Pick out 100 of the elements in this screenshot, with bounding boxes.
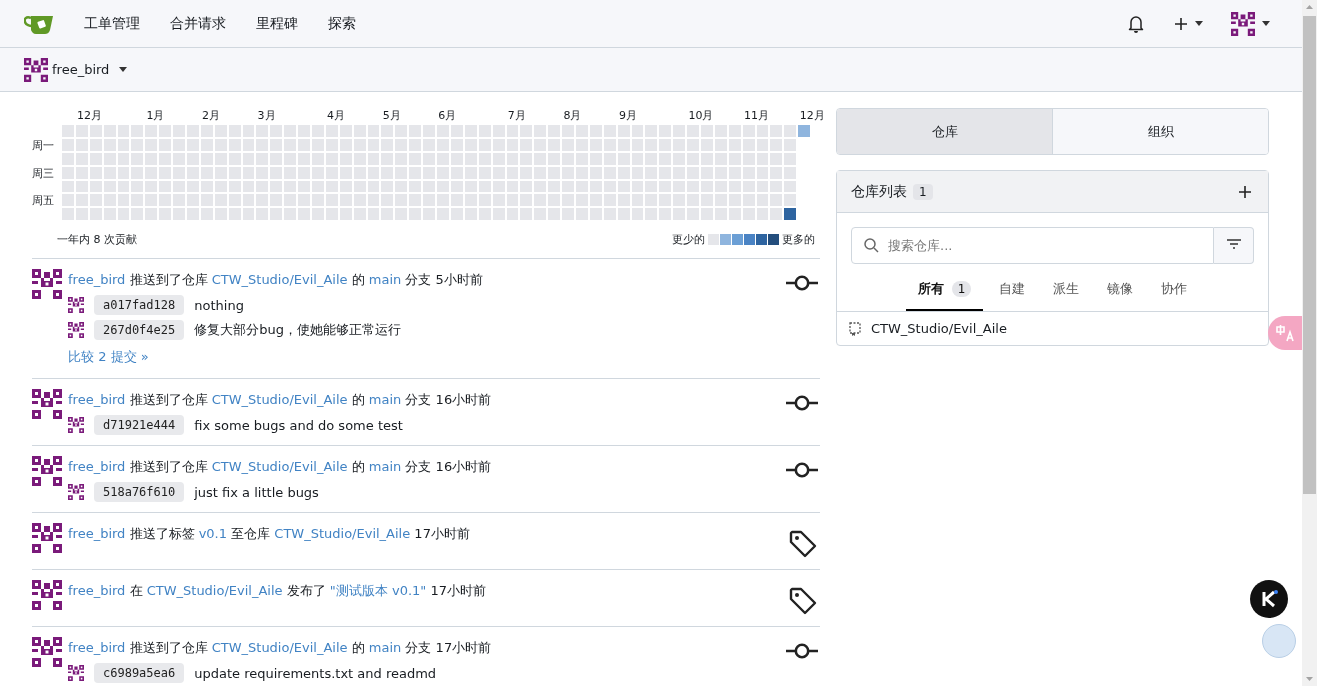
contribution-cell[interactable] xyxy=(798,125,811,137)
contribution-cell[interactable] xyxy=(200,152,213,165)
contribution-cell[interactable] xyxy=(312,166,324,179)
contribution-cell[interactable] xyxy=(492,208,505,221)
contribution-cell[interactable] xyxy=(284,166,297,179)
contribution-cell[interactable] xyxy=(603,180,616,193)
contribution-cell[interactable] xyxy=(742,152,755,165)
contribution-cell[interactable] xyxy=(325,194,338,207)
contribution-cell[interactable] xyxy=(353,208,366,221)
contribution-cell[interactable] xyxy=(173,125,185,137)
contribution-cell[interactable] xyxy=(617,194,630,207)
contribution-cell[interactable] xyxy=(242,138,255,151)
contribution-cell[interactable] xyxy=(659,138,672,151)
user-menu-button[interactable] xyxy=(1231,11,1270,36)
commit-sha-link[interactable]: 518a76f610 xyxy=(94,482,185,503)
contribution-cell[interactable] xyxy=(673,152,686,165)
contribution-cell[interactable] xyxy=(339,138,352,151)
scrollbar-thumb[interactable] xyxy=(1303,16,1316,494)
contribution-cell[interactable] xyxy=(562,125,574,137)
contribution-cell[interactable] xyxy=(437,194,449,207)
commit-sha-link[interactable]: 267d0f4e25 xyxy=(94,320,185,341)
contribution-cell[interactable] xyxy=(478,180,491,193)
contribution-cell[interactable] xyxy=(103,194,116,207)
contribution-cell[interactable] xyxy=(367,208,380,221)
contribution-cell[interactable] xyxy=(450,125,463,137)
contribution-cell[interactable] xyxy=(687,166,699,179)
contribution-cell[interactable] xyxy=(770,166,783,179)
contribution-cell[interactable] xyxy=(603,125,616,137)
contribution-cell[interactable] xyxy=(131,152,144,165)
contribution-cell[interactable] xyxy=(353,138,366,151)
contribution-cell[interactable] xyxy=(409,138,422,151)
contribution-cell[interactable] xyxy=(673,125,686,137)
user-link[interactable]: free_bird xyxy=(68,526,126,542)
contribution-cell[interactable] xyxy=(159,208,172,221)
contribution-cell[interactable] xyxy=(742,125,755,137)
contribution-cell[interactable] xyxy=(492,194,505,207)
contribution-cell[interactable] xyxy=(353,194,366,207)
contribution-cell[interactable] xyxy=(700,180,713,193)
ref-link[interactable]: main xyxy=(368,392,402,408)
contribution-cell[interactable] xyxy=(131,194,144,207)
contribution-cell[interactable] xyxy=(200,208,213,221)
contribution-cell[interactable] xyxy=(534,152,547,165)
contribution-cell[interactable] xyxy=(200,166,213,179)
contribution-cell[interactable] xyxy=(353,166,366,179)
contribution-cell[interactable] xyxy=(673,138,686,151)
contribution-cell[interactable] xyxy=(145,138,158,151)
contribution-cell[interactable] xyxy=(700,194,713,207)
contribution-cell[interactable] xyxy=(395,194,408,207)
contribution-cell[interactable] xyxy=(506,125,519,137)
contribution-cell[interactable] xyxy=(173,208,185,221)
contribution-cell[interactable] xyxy=(464,125,477,137)
contribution-cell[interactable] xyxy=(575,194,588,207)
contribution-cell[interactable] xyxy=(395,166,408,179)
contribution-cell[interactable] xyxy=(756,166,769,179)
contribution-cell[interactable] xyxy=(464,180,477,193)
contribution-cell[interactable] xyxy=(242,208,255,221)
contribution-cell[interactable] xyxy=(145,194,158,207)
contribution-cell[interactable] xyxy=(659,166,672,179)
contribution-cell[interactable] xyxy=(631,166,644,179)
contribution-cell[interactable] xyxy=(173,194,185,207)
contribution-cell[interactable] xyxy=(339,125,352,137)
contribution-cell[interactable] xyxy=(173,138,185,151)
contribution-cell[interactable] xyxy=(506,180,519,193)
contribution-cell[interactable] xyxy=(270,208,283,221)
contribution-cell[interactable] xyxy=(395,180,408,193)
filter-button[interactable] xyxy=(1214,227,1254,264)
repo-link[interactable]: CTW_Studio/Evil_Aile xyxy=(211,392,348,408)
contribution-cell[interactable] xyxy=(617,166,630,179)
contribution-cell[interactable] xyxy=(117,138,130,151)
contribution-cell[interactable] xyxy=(353,152,366,165)
contribution-cell[interactable] xyxy=(700,152,713,165)
contribution-cell[interactable] xyxy=(784,138,797,151)
contribution-cell[interactable] xyxy=(187,125,199,137)
contribution-cell[interactable] xyxy=(89,138,102,151)
contribution-cell[interactable] xyxy=(492,138,505,151)
contribution-cell[interactable] xyxy=(381,166,394,179)
contribution-cell[interactable] xyxy=(325,180,338,193)
contribution-cell[interactable] xyxy=(103,208,116,221)
contribution-cell[interactable] xyxy=(367,125,380,137)
contribution-cell[interactable] xyxy=(478,166,491,179)
contribution-cell[interactable] xyxy=(631,208,644,221)
contribution-cell[interactable] xyxy=(784,208,797,221)
contribution-cell[interactable] xyxy=(742,208,755,221)
contribution-cell[interactable] xyxy=(506,194,519,207)
contribution-cell[interactable] xyxy=(242,152,255,165)
contribution-cell[interactable] xyxy=(645,125,658,137)
contribution-cell[interactable] xyxy=(131,138,144,151)
contribution-cell[interactable] xyxy=(312,194,324,207)
contribution-cell[interactable] xyxy=(450,166,463,179)
contribution-cell[interactable] xyxy=(687,208,699,221)
contribution-cell[interactable] xyxy=(284,152,297,165)
contribution-cell[interactable] xyxy=(437,180,449,193)
contribution-cell[interactable] xyxy=(187,138,199,151)
filter-tab[interactable]: 派生 xyxy=(1041,270,1092,311)
contribution-cell[interactable] xyxy=(159,138,172,151)
commit-sha-link[interactable]: a017fad128 xyxy=(94,295,185,316)
contribution-cell[interactable] xyxy=(423,166,436,179)
contribution-cell[interactable] xyxy=(242,125,255,137)
contribution-cell[interactable] xyxy=(687,194,699,207)
contribution-cell[interactable] xyxy=(395,125,408,137)
